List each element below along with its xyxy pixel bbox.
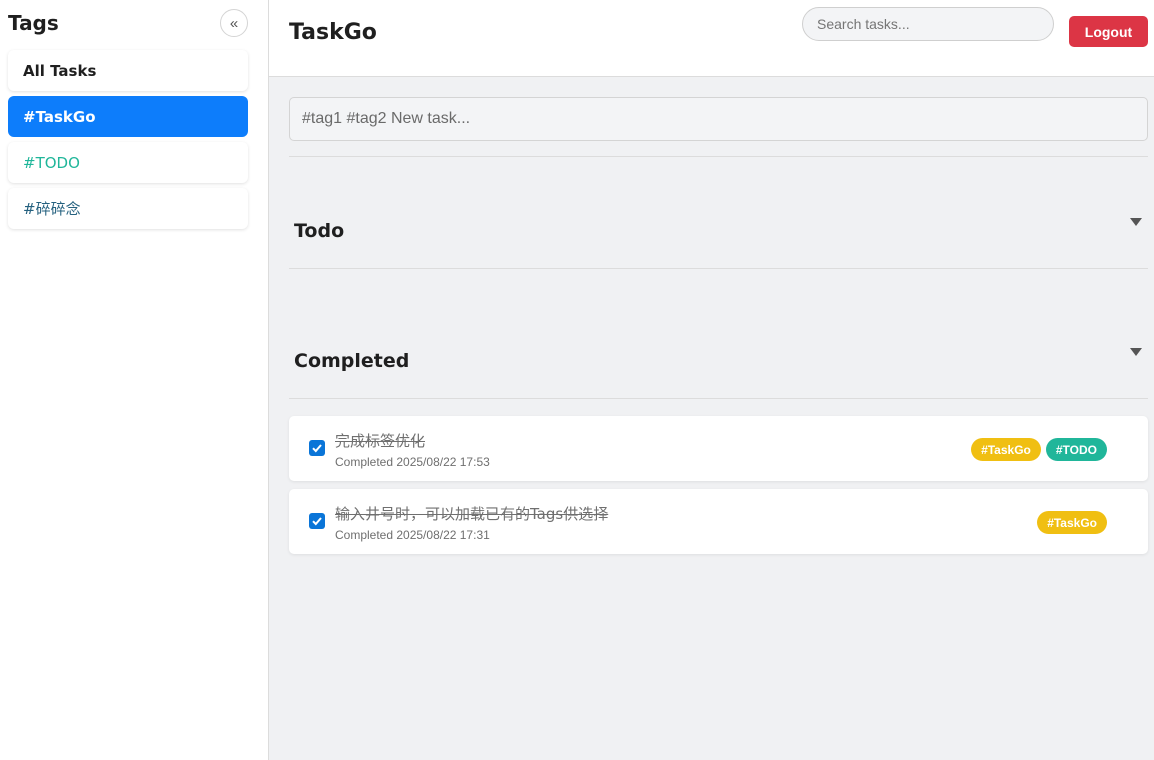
task-title: 完成标签优化 <box>335 432 426 450</box>
logout-button[interactable]: Logout <box>1069 16 1148 47</box>
task-title: 输入井号时，可以加载已有的Tags供选择 <box>335 505 609 523</box>
collapse-sidebar-button[interactable]: « <box>220 9 248 37</box>
checkmark-icon <box>312 444 322 453</box>
sidebar-item-label: #TaskGo <box>23 107 96 126</box>
divider <box>289 398 1148 399</box>
section-title-completed: Completed <box>294 350 410 372</box>
checkmark-icon <box>312 517 322 526</box>
divider <box>289 268 1148 269</box>
task-card[interactable]: 完成标签优化 Completed 2025/08/22 17:53 #TaskG… <box>289 416 1148 481</box>
sidebar-item-label: All Tasks <box>23 61 97 80</box>
caret-down-icon[interactable] <box>1130 348 1142 356</box>
new-task-input[interactable] <box>289 97 1148 141</box>
task-completed-time: Completed 2025/08/22 17:53 <box>335 455 490 469</box>
sidebar-header: Tags « <box>8 9 248 37</box>
section-title-todo: Todo <box>294 220 345 242</box>
task-checkbox[interactable] <box>309 440 325 456</box>
sidebar-item-label: #碎碎念 <box>23 200 81 218</box>
task-card[interactable]: 输入井号时，可以加载已有的Tags供选择 Completed 2025/08/2… <box>289 489 1148 554</box>
sidebar-item-all-tasks[interactable]: All Tasks <box>8 50 248 91</box>
tag-list: All Tasks #TaskGo #TODO #碎碎念 <box>8 50 248 234</box>
sidebar-title: Tags <box>8 11 59 35</box>
task-tags: #TaskGo <box>1037 511 1107 534</box>
sidebar-item-todo[interactable]: #TODO <box>8 142 248 183</box>
sidebar-item-taskgo[interactable]: #TaskGo <box>8 96 248 137</box>
sidebar-item-suisuinian[interactable]: #碎碎念 <box>8 188 248 229</box>
task-checkbox[interactable] <box>309 513 325 529</box>
tag-badge-todo[interactable]: #TODO <box>1045 438 1107 461</box>
search-input[interactable] <box>802 7 1054 41</box>
todo-section-header[interactable]: Todo <box>289 217 1148 257</box>
main-content: Todo Completed 完成标签优化 Completed 2025/08/… <box>289 97 1148 554</box>
tag-badge-taskgo[interactable]: #TaskGo <box>1037 511 1107 534</box>
tag-badge-taskgo[interactable]: #TaskGo <box>971 438 1041 461</box>
caret-down-icon[interactable] <box>1130 218 1142 226</box>
divider <box>289 156 1148 157</box>
double-chevron-left-icon: « <box>229 14 239 32</box>
page-title: TaskGo <box>289 20 377 45</box>
sidebar-item-label: #TODO <box>23 153 80 172</box>
top-bar: TaskGo Logout <box>269 0 1154 77</box>
completed-section-header[interactable]: Completed <box>289 347 1148 387</box>
task-tags: #TaskGo #TODO <box>971 438 1107 461</box>
sidebar: Tags « All Tasks #TaskGo #TODO #碎碎念 <box>0 0 269 760</box>
task-completed-time: Completed 2025/08/22 17:31 <box>335 528 490 542</box>
